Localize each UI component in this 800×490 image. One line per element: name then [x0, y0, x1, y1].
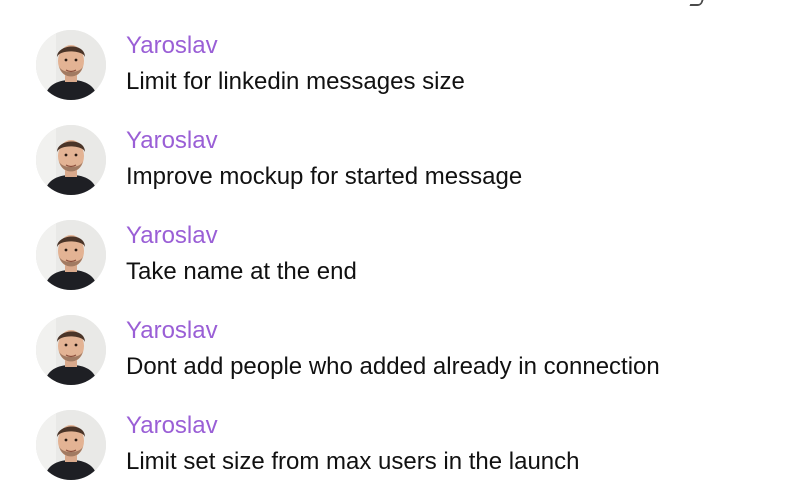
avatar[interactable] [36, 30, 106, 100]
user-photo-icon [36, 30, 106, 100]
user-photo-icon [36, 315, 106, 385]
message-text: Limit set size from max users in the lau… [126, 448, 580, 475]
message-author[interactable]: Yaroslav [126, 317, 218, 345]
avatar[interactable] [36, 315, 106, 385]
message-item[interactable]: Yaroslav Limit set size from max users i… [0, 380, 800, 480]
message-author[interactable]: Yaroslav [126, 32, 218, 60]
user-photo-icon [36, 220, 106, 290]
avatar[interactable] [36, 220, 106, 290]
avatar[interactable] [36, 410, 106, 480]
message-text: Take name at the end [126, 258, 357, 285]
message-item[interactable]: Yaroslav Improve mockup for started mess… [0, 95, 800, 195]
message-item[interactable]: Yaroslav Dont add people who added alrea… [0, 285, 800, 385]
message-author[interactable]: Yaroslav [126, 222, 218, 250]
message-author[interactable]: Yaroslav [126, 127, 218, 155]
user-photo-icon [36, 125, 106, 195]
message-author[interactable]: Yaroslav [126, 412, 218, 440]
message-feed: Yaroslav Limit for linkedin messages siz… [0, 0, 800, 490]
avatar[interactable] [36, 125, 106, 195]
message-text: Dont add people who added already in con… [126, 353, 660, 380]
user-photo-icon [36, 410, 106, 480]
message-item[interactable]: Yaroslav Limit for linkedin messages siz… [0, 0, 800, 100]
message-item[interactable]: Yaroslav Take name at the end [0, 190, 800, 290]
message-text: Limit for linkedin messages size [126, 68, 465, 95]
message-text: Improve mockup for started message [126, 163, 523, 190]
